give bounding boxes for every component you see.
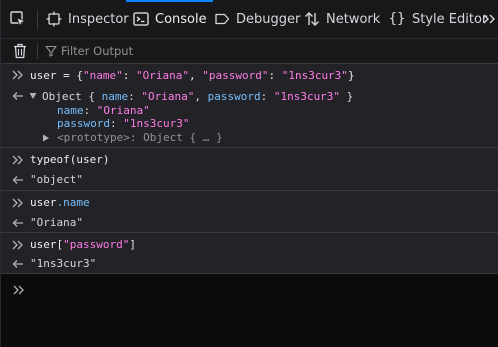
tab-style-editor[interactable]: {} Style Editor xyxy=(387,0,488,38)
console-command[interactable]: typeof(user) xyxy=(30,153,109,167)
console-command[interactable]: user.name xyxy=(30,196,90,210)
result-value: "Oriana" xyxy=(30,216,83,229)
code-token: ] xyxy=(129,238,136,251)
code-token: .name xyxy=(56,196,90,209)
object-summary[interactable]: Object { name: "Oriana", password: "1ns3… xyxy=(42,90,353,104)
object-summary-token: password xyxy=(207,90,261,103)
code-token: typeof(user) xyxy=(30,153,110,166)
expand-triangle-icon[interactable] xyxy=(28,89,38,103)
style-editor-icon: {} xyxy=(388,11,406,27)
tab-inspector[interactable]: Inspector xyxy=(45,0,129,38)
property-separator: : xyxy=(109,117,124,130)
command-chevron-icon xyxy=(11,196,25,210)
result-value: "object" xyxy=(30,173,83,186)
result-arrow-icon xyxy=(11,216,25,230)
property-key: name xyxy=(57,104,84,117)
property-value: "Oriana" xyxy=(96,104,150,117)
code-token: "password" xyxy=(63,238,130,251)
console-icon xyxy=(132,10,150,28)
object-summary-token: "Oriana" xyxy=(141,90,195,103)
console-result: "object" xyxy=(30,173,83,187)
tab-debugger-label: Debugger xyxy=(236,11,301,27)
filter-separator xyxy=(37,43,38,59)
tab-console[interactable]: Console xyxy=(126,0,213,38)
inspector-icon xyxy=(45,10,63,28)
filter-output-input[interactable] xyxy=(61,44,461,58)
tab-style-editor-label: Style Editor xyxy=(412,11,488,27)
result-value: "1ns3cur3" xyxy=(30,257,97,270)
more-tools-button[interactable] xyxy=(481,9,498,29)
command-chevron-icon xyxy=(11,153,25,167)
code-token: user xyxy=(30,196,57,209)
property-separator: : xyxy=(83,104,97,117)
object-property: name: "Oriana" xyxy=(57,104,150,118)
tab-network-label: Network xyxy=(326,11,381,27)
input-prompt-icon xyxy=(13,280,27,295)
tab-debugger[interactable]: Debugger xyxy=(213,0,300,38)
object-summary-token: : xyxy=(260,90,274,103)
tab-console-label: Console xyxy=(155,11,207,27)
console-filter-bar xyxy=(1,39,498,64)
filter-icon xyxy=(45,45,57,57)
network-icon xyxy=(303,10,321,28)
object-summary-token: : xyxy=(128,90,142,103)
object-summary-token: , xyxy=(194,90,208,103)
result-arrow-icon xyxy=(11,89,25,103)
trash-icon xyxy=(14,43,26,59)
prototype-row[interactable]: <prototype>: Object { … } xyxy=(57,131,223,145)
console-result: "Oriana" xyxy=(30,216,83,230)
console-command[interactable]: user["password"] xyxy=(30,238,136,252)
console-input[interactable] xyxy=(31,278,491,296)
command-chevron-icon xyxy=(11,238,25,252)
element-picker-button[interactable] xyxy=(5,5,31,33)
console-output: user = {"name": "Oriana", "password": "1… xyxy=(1,64,498,274)
console-message-group: user.name "Oriana" xyxy=(1,191,498,233)
prototype-label: <prototype> xyxy=(57,131,130,144)
code-token: "password" xyxy=(202,69,269,82)
code-token: user = { xyxy=(30,69,83,82)
debugger-icon xyxy=(213,10,231,28)
property-value: "1ns3cur3" xyxy=(123,117,190,130)
object-summary-token: "1ns3cur3" xyxy=(273,90,341,103)
code-token: "Oriana" xyxy=(135,69,189,82)
devtools-window: Inspector Console Debugger Network {} St… xyxy=(0,0,498,347)
console-message-group: user["password"] "1ns3cur3" xyxy=(1,233,498,274)
code-token: : xyxy=(268,69,282,82)
console-message-group: typeof(user) "object" xyxy=(1,148,498,191)
console-command[interactable]: user = {"name": "Oriana", "password": "1… xyxy=(30,69,355,83)
prototype-value: Object { … } xyxy=(143,131,223,144)
code-token: "1ns3cur3" xyxy=(281,69,348,82)
element-picker-icon xyxy=(10,11,27,28)
property-key: password xyxy=(57,117,110,130)
toolbar-separator xyxy=(37,10,38,30)
chevron-double-right-icon xyxy=(483,14,495,24)
clear-console-button[interactable] xyxy=(12,42,28,60)
console-result: "1ns3cur3" xyxy=(30,257,96,271)
console-input-area xyxy=(1,274,498,347)
devtools-toolbar: Inspector Console Debugger Network {} St… xyxy=(1,0,498,39)
command-chevron-icon xyxy=(11,68,25,82)
prototype-separator: : xyxy=(129,131,144,144)
object-summary-token: } xyxy=(340,90,354,103)
code-token: , xyxy=(188,69,203,82)
object-summary-token: name xyxy=(101,90,129,103)
result-arrow-icon xyxy=(11,173,25,187)
object-property: password: "1ns3cur3" xyxy=(57,117,189,131)
code-token: "name" xyxy=(82,69,123,82)
code-token: : xyxy=(122,69,136,82)
tab-network[interactable]: Network xyxy=(303,0,380,38)
result-arrow-icon xyxy=(11,257,25,271)
object-summary-token: Object { xyxy=(42,90,102,103)
console-message-group: user = {"name": "Oriana", "password": "1… xyxy=(1,64,498,148)
collapsed-triangle-icon[interactable] xyxy=(41,131,51,145)
code-token: user[ xyxy=(30,238,64,251)
code-token: } xyxy=(347,69,355,82)
tab-inspector-label: Inspector xyxy=(68,11,129,27)
filter-field xyxy=(45,41,485,61)
